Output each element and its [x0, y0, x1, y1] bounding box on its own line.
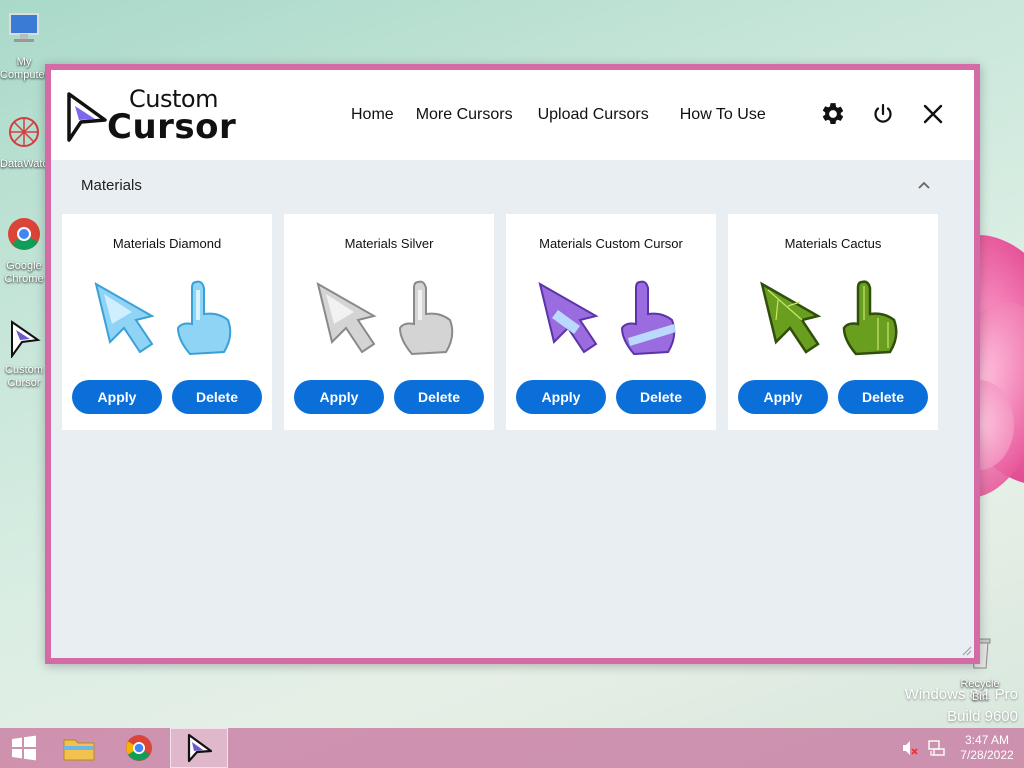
watermark-build: Build 9600 — [947, 708, 1018, 725]
section-title: Materials — [81, 177, 142, 194]
desktop-icon-custom-cursor[interactable]: Custom Cursor — [0, 318, 48, 390]
desktop-icon-chrome[interactable]: Google Chrome — [0, 214, 48, 286]
desktop-icon-datawatch[interactable]: DataWatch — [0, 112, 54, 171]
cursor-card: Materials Silver Apply Delete — [284, 214, 494, 430]
main-nav: Home More Cursors Upload Cursors How To … — [351, 106, 766, 124]
folder-icon — [63, 739, 95, 761]
clock-time: 3:47 AM — [964, 733, 1010, 747]
delete-button[interactable]: Delete — [172, 380, 262, 414]
power-icon — [874, 103, 892, 123]
chevron-up-icon[interactable] — [916, 178, 932, 194]
chrome-icon — [8, 218, 40, 250]
app-logo[interactable]: Custom Cursor — [65, 87, 237, 147]
silver-cursor-preview-icon — [316, 280, 454, 356]
logo-cursor-icon — [67, 91, 107, 142]
taskbar-custom-cursor[interactable] — [170, 728, 228, 768]
settings-button[interactable] — [819, 100, 847, 128]
logo-line-2: Cursor — [107, 106, 237, 147]
network-icon[interactable] — [926, 738, 946, 758]
apply-button[interactable]: Apply — [72, 380, 162, 414]
cursor-card-list: Materials Diamond Apply Delete Materials… — [62, 214, 950, 430]
apply-button[interactable]: Apply — [294, 380, 384, 414]
custom-cursor-icon — [11, 320, 41, 360]
card-title: Materials Diamond — [112, 236, 222, 251]
close-icon — [923, 104, 943, 124]
volume-muted-icon[interactable] — [900, 738, 920, 758]
logo-text: Custom Cursor — [107, 87, 237, 147]
clock[interactable]: 3:47 AM 7/28/2022 — [956, 733, 1018, 763]
cursor-card: Materials Diamond Apply Delete — [62, 214, 272, 430]
desktop-icon-my-computer[interactable]: My Computer — [0, 10, 48, 82]
custom-cursor-window: Custom Cursor Home More Cursors Upload C… — [45, 64, 980, 664]
nav-home[interactable]: Home — [351, 106, 394, 124]
desktop-icon-label: Custom Cursor — [5, 364, 43, 389]
delete-button[interactable]: Delete — [616, 380, 706, 414]
custom-cursor-icon — [187, 733, 213, 763]
datawatch-icon — [9, 117, 39, 147]
cursor-card: Materials Cactus Apply Delete — [728, 214, 938, 430]
nav-upload-cursors[interactable]: Upload Cursors — [538, 106, 649, 124]
nav-how-to-use[interactable]: How To Use — [680, 106, 766, 124]
windows-logo-icon — [12, 735, 36, 761]
resize-grip-icon[interactable] — [960, 644, 972, 656]
taskbar-chrome[interactable] — [110, 728, 168, 768]
desktop-icon-label: Google Chrome — [4, 260, 44, 285]
apply-button[interactable]: Apply — [516, 380, 606, 414]
apply-button[interactable]: Apply — [738, 380, 828, 414]
purple-cursor-preview-icon — [538, 280, 676, 356]
power-button[interactable] — [869, 100, 897, 128]
card-title: Materials Cactus — [784, 236, 882, 251]
close-button[interactable] — [919, 100, 947, 128]
chrome-icon — [126, 735, 152, 761]
app-header: Custom Cursor Home More Cursors Upload C… — [51, 70, 974, 160]
desktop-icon-label: Recycle Bin — [960, 678, 1000, 703]
cursor-card: Materials Custom Cursor Apply Delete — [506, 214, 716, 430]
delete-button[interactable]: Delete — [838, 380, 928, 414]
taskbar: 3:47 AM 7/28/2022 — [0, 728, 1024, 768]
computer-icon — [9, 13, 39, 42]
clock-date: 7/28/2022 — [960, 748, 1014, 762]
gear-icon — [822, 103, 844, 124]
start-button[interactable] — [0, 728, 48, 768]
delete-button[interactable]: Delete — [394, 380, 484, 414]
system-tray: 3:47 AM 7/28/2022 — [900, 728, 1024, 768]
nav-more-cursors[interactable]: More Cursors — [416, 106, 513, 124]
desktop-icon-label: My Computer — [0, 56, 49, 81]
card-title: Materials Silver — [344, 236, 434, 251]
cactus-cursor-preview-icon — [760, 280, 898, 356]
taskbar-file-explorer[interactable] — [50, 728, 108, 768]
card-title: Materials Custom Cursor — [539, 236, 683, 251]
diamond-cursor-preview-icon — [94, 280, 232, 356]
